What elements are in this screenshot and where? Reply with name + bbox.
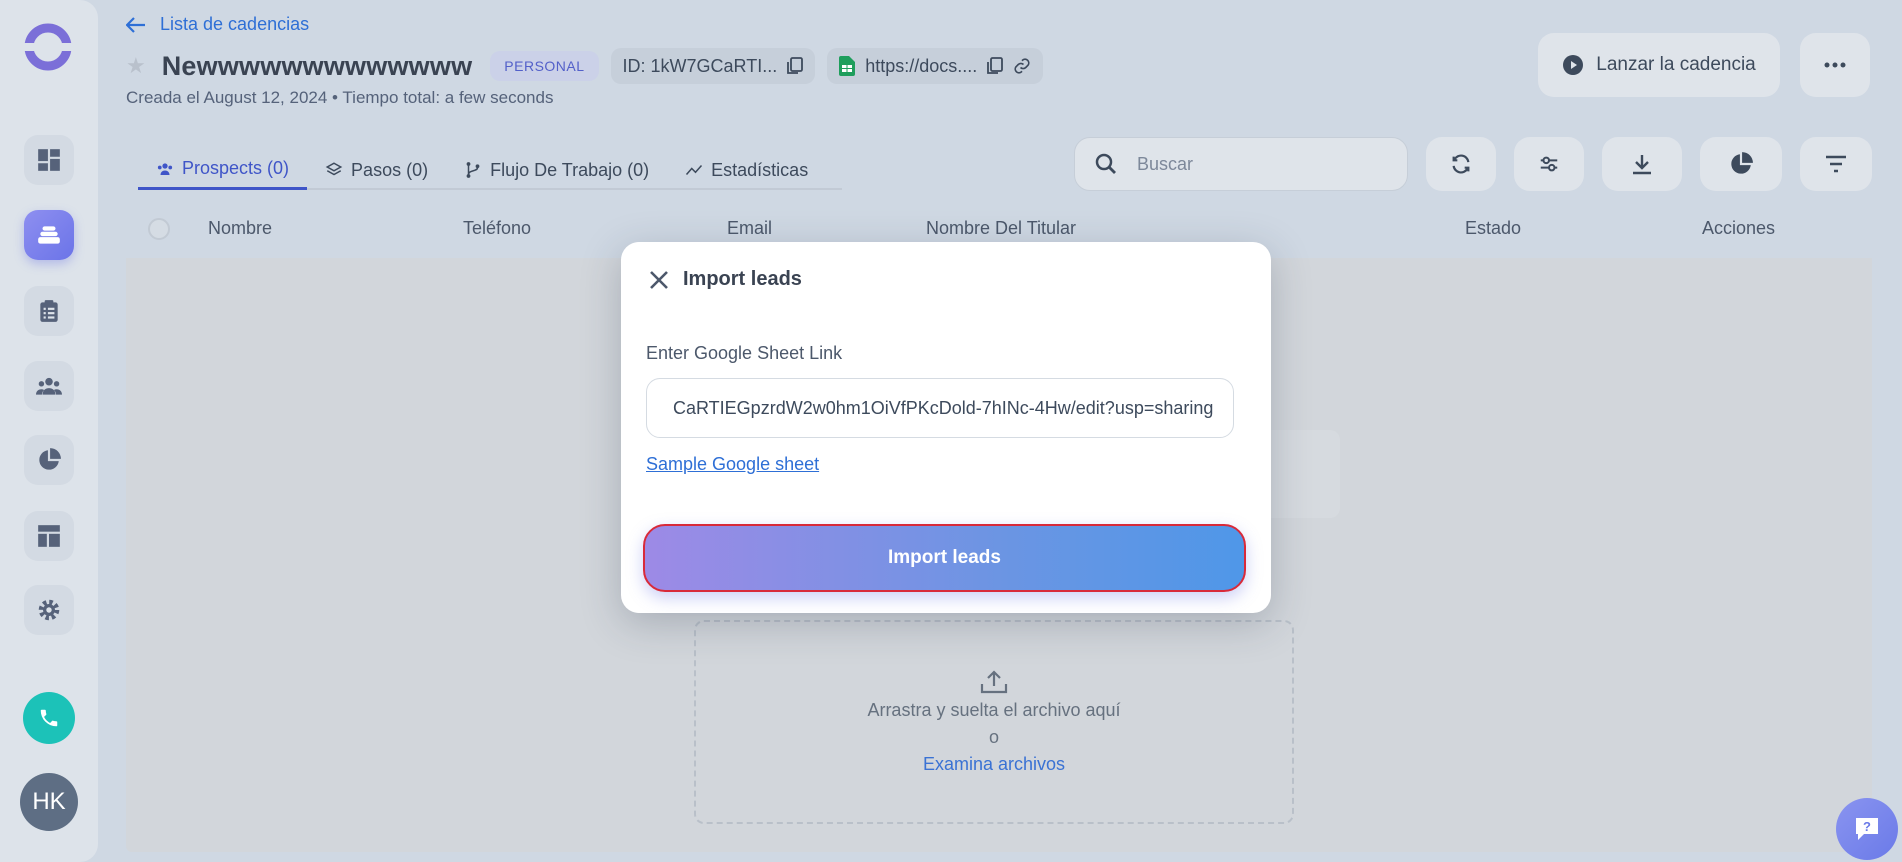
select-all-checkbox[interactable]: [148, 218, 170, 240]
upload-icon: [980, 669, 1008, 693]
pie-chart-icon: [39, 448, 61, 470]
refresh-button[interactable]: [1426, 137, 1496, 191]
id-label: ID: 1kW7GCaRTI...: [622, 55, 778, 76]
copy-icon[interactable]: [787, 57, 804, 75]
column-header[interactable]: Nombre: [208, 218, 272, 239]
import-leads-button[interactable]: Import leads: [643, 524, 1246, 592]
sliders-icon: [1540, 156, 1558, 172]
sidebar-item-analytics[interactable]: [24, 435, 74, 485]
sidebar-item-templates[interactable]: [24, 511, 74, 561]
copy-icon[interactable]: [987, 57, 1004, 75]
tab-bar: Prospects (0) Pasos (0) Flujo De Trabajo…: [138, 150, 842, 190]
users-icon: [157, 162, 173, 175]
back-link[interactable]: Lista de cadencias: [126, 14, 309, 35]
sheet-link-label: Enter Google Sheet Link: [646, 343, 843, 363]
layers-icon: [325, 162, 343, 176]
modal-title: Import leads: [683, 268, 802, 290]
star-icon[interactable]: ★: [126, 53, 146, 79]
stats-button[interactable]: [1700, 137, 1782, 191]
tab-label: Pasos (0): [351, 159, 429, 180]
doc-link-label[interactable]: https://docs....: [865, 56, 977, 77]
sidebar: HK: [0, 0, 98, 862]
pie-chart-icon: [1731, 152, 1753, 174]
sidebar-item-tasks[interactable]: [24, 286, 74, 336]
trend-line-icon: [686, 165, 703, 175]
tab-statistics[interactable]: Estadísticas: [667, 150, 826, 190]
column-header[interactable]: Acciones: [1702, 218, 1775, 239]
more-options-button[interactable]: [1800, 33, 1870, 97]
tab-label: Estadísticas: [711, 159, 809, 180]
download-icon: [1633, 155, 1651, 175]
filter-button[interactable]: [1800, 137, 1872, 191]
users-icon: [36, 377, 62, 395]
stack-icon: [38, 226, 60, 244]
sidebar-item-cadences[interactable]: [24, 210, 74, 260]
sample-sheet-link[interactable]: Sample Google sheet: [646, 454, 819, 475]
google-sheets-icon: [839, 56, 856, 76]
gear-icon: [38, 599, 60, 621]
column-settings-button[interactable]: [1514, 137, 1584, 191]
launch-cadence-label: Lanzar la cadencia: [1596, 54, 1756, 75]
id-pill: ID: 1kW7GCaRTI...: [610, 48, 816, 84]
close-icon[interactable]: [649, 270, 669, 290]
browse-files-link[interactable]: Examina archivos: [923, 754, 1065, 775]
cadence-meta: Creada el August 12, 2024 • Tiempo total…: [126, 88, 554, 107]
column-header[interactable]: Nombre Del Titular: [926, 218, 1076, 239]
sidebar-item-team[interactable]: [24, 361, 74, 411]
chat-help-icon: ?: [1856, 818, 1878, 840]
dropzone-text: Arrastra y suelta el archivo aquí: [867, 699, 1121, 720]
launch-cadence-button[interactable]: Lanzar la cadencia: [1538, 33, 1780, 97]
page-title: Newwwwwwwwwwwww: [161, 50, 473, 81]
dashboard-icon: [38, 149, 60, 171]
column-header[interactable]: Estado: [1465, 218, 1521, 239]
tab-label: Flujo De Trabajo (0): [490, 159, 650, 180]
tab-prospects[interactable]: Prospects (0): [138, 150, 308, 190]
phone-button[interactable]: [23, 692, 75, 744]
sidebar-item-settings[interactable]: [24, 585, 74, 635]
phone-icon: [40, 709, 58, 727]
clipboard-icon: [40, 300, 58, 322]
search-input[interactable]: Buscar: [1137, 154, 1193, 175]
tab-steps[interactable]: Pasos (0): [307, 150, 446, 190]
refresh-icon: [1452, 154, 1470, 174]
doc-pill: https://docs....: [827, 48, 1044, 84]
filter-lines-icon: [1826, 155, 1846, 173]
download-button[interactable]: [1602, 137, 1682, 191]
sidebar-item-dashboard[interactable]: [24, 135, 74, 185]
dropzone-or: o: [988, 726, 999, 747]
type-badge: PERSONAL: [490, 51, 599, 81]
sheet-link-input[interactable]: CaRTIEGpzrdW2w0hm1OiVfPKcDold-7hINc-4Hw/…: [646, 378, 1234, 438]
tab-label: Prospects (0): [182, 158, 290, 178]
app-logo[interactable]: [22, 21, 74, 73]
more-horizontal-icon: [1824, 62, 1846, 68]
arrow-left-icon: [126, 16, 145, 33]
git-branch-icon: [466, 162, 480, 178]
svg-text:?: ?: [1863, 819, 1871, 834]
file-dropzone[interactable]: Arrastra y suelta el archivo aquí o Exam…: [694, 620, 1294, 824]
column-header[interactable]: Teléfono: [463, 218, 531, 239]
tab-workflow[interactable]: Flujo De Trabajo (0): [446, 150, 667, 190]
user-avatar[interactable]: HK: [20, 773, 78, 831]
back-link-label: Lista de cadencias: [160, 14, 310, 34]
title-row: ★ Newwwwwwwwwwwww PERSONAL ID: 1kW7GCaRT…: [126, 48, 1044, 84]
column-header[interactable]: Email: [727, 218, 772, 239]
play-circle-icon: [1563, 55, 1584, 75]
help-chat-button[interactable]: ?: [1836, 798, 1898, 860]
link-icon[interactable]: [1013, 57, 1031, 75]
modal-header: Import leads: [649, 268, 802, 291]
search-icon: [1095, 153, 1116, 174]
import-leads-modal: Import leads Enter Google Sheet Link CaR…: [621, 242, 1271, 613]
search-box[interactable]: Buscar: [1074, 137, 1408, 191]
layout-icon: [38, 525, 60, 547]
